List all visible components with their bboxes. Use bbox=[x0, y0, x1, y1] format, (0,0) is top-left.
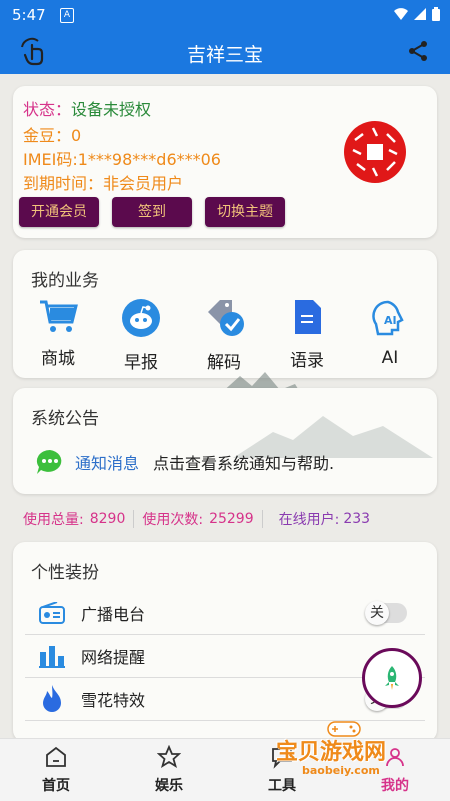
notice-text: 点击查看系统通知与帮助. bbox=[153, 454, 335, 473]
stat-count-value: 25299 bbox=[209, 511, 254, 527]
nav-entertainment[interactable]: 娱乐 bbox=[139, 744, 199, 795]
signal-icon bbox=[414, 8, 426, 20]
account-status-card: 状态：设备未授权 金豆：0 IMEI码:1***98***d6***06 到期时… bbox=[13, 86, 437, 238]
stat-total-label: 使用总量: bbox=[23, 512, 84, 528]
stat-online-value: 233 bbox=[343, 511, 371, 527]
radio-toggle[interactable]: 关 bbox=[365, 601, 407, 625]
wifi-icon bbox=[394, 8, 408, 20]
tag-check-icon bbox=[208, 300, 244, 336]
nav-label-home: 首页 bbox=[42, 778, 70, 794]
decor-card: 个性装扮 广播电台 关 网络提醒 雪花特效 关 bbox=[13, 542, 437, 742]
radio-icon bbox=[37, 602, 67, 624]
watermark-url: baobeiy.com bbox=[302, 764, 380, 777]
stats-divider bbox=[261, 510, 263, 528]
imei-text: IMEI码:1***98***d6***06 bbox=[23, 150, 221, 169]
expire-line: 到期时间：非会员用户 bbox=[23, 170, 183, 194]
app-bar: 吉祥三宝 bbox=[0, 30, 450, 74]
decor-label-snow: 雪花特效 bbox=[81, 691, 146, 710]
decor-title: 个性装扮 bbox=[31, 563, 99, 583]
notification-a-icon: A bbox=[60, 8, 74, 23]
open-vip-button[interactable]: 开通会员 bbox=[19, 197, 99, 227]
user-icon bbox=[386, 748, 404, 767]
star-icon bbox=[156, 744, 182, 768]
home-icon bbox=[46, 746, 66, 767]
biz-item-shop[interactable]: 商城 bbox=[23, 298, 93, 369]
radio-toggle-knob: 关 bbox=[365, 601, 389, 625]
biz-label-ai: AI bbox=[381, 348, 399, 368]
stat-count: 使用次数: 25299 bbox=[125, 509, 254, 529]
status-line: 状态：设备未授权 bbox=[23, 96, 151, 120]
flame-icon bbox=[37, 685, 67, 713]
cart-icon bbox=[40, 300, 78, 332]
document-icon bbox=[295, 300, 321, 334]
business-card: 我的业务 商城 早报 解码 语录 AI AI bbox=[13, 250, 437, 378]
notice-link[interactable]: 通知消息 bbox=[75, 450, 139, 474]
nav-label-entertainment: 娱乐 bbox=[155, 778, 183, 794]
system-notice-card[interactable]: 系统公告 通知消息 点击查看系统通知与帮助. bbox=[13, 388, 437, 494]
stat-count-label: 使用次数: bbox=[142, 512, 204, 528]
decor-row-radio[interactable]: 广播电台 关 bbox=[25, 592, 425, 635]
biz-label-shop: 商城 bbox=[41, 349, 75, 369]
stats-divider bbox=[133, 510, 135, 528]
nav-label-mine: 我的 bbox=[381, 778, 409, 794]
svg-text:AI: AI bbox=[384, 314, 397, 327]
nav-label-tools: 工具 bbox=[268, 778, 296, 794]
rocket-fab[interactable] bbox=[362, 648, 422, 708]
biz-item-decode[interactable]: 解码 bbox=[189, 298, 259, 373]
checkin-button[interactable]: 签到 bbox=[112, 197, 192, 227]
gold-text: 金豆：0 bbox=[23, 126, 82, 145]
reddit-icon bbox=[122, 299, 160, 337]
system-icons bbox=[394, 7, 440, 21]
rocket-icon bbox=[385, 666, 399, 690]
share-icon[interactable] bbox=[406, 39, 430, 67]
status-time: 5:47 bbox=[12, 6, 46, 24]
seal-icon bbox=[344, 121, 406, 183]
stats-bar: 使用总量: 8290 使用次数: 25299 在线用户: 233 bbox=[13, 506, 437, 532]
watermark-text: 宝贝游戏网 bbox=[276, 740, 387, 765]
stat-online-label: 在线用户: bbox=[278, 512, 340, 528]
stat-total: 使用总量: 8290 bbox=[23, 509, 125, 529]
stat-online: 在线用户: 233 bbox=[254, 509, 370, 529]
biz-item-news[interactable]: 早报 bbox=[106, 298, 176, 373]
expire-value: 非会员用户 bbox=[103, 174, 184, 193]
status-bar: 5:47 A bbox=[0, 0, 450, 30]
app-title: 吉祥三宝 bbox=[186, 44, 263, 66]
business-title: 我的业务 bbox=[31, 271, 99, 291]
status-label: 状态： bbox=[23, 100, 72, 119]
message-bubble-icon bbox=[36, 449, 62, 474]
biz-item-quotes[interactable]: 语录 bbox=[272, 298, 342, 371]
biz-item-ai[interactable]: AI AI bbox=[355, 298, 425, 368]
expire-label: 到期时间： bbox=[23, 174, 104, 193]
notice-title: 系统公告 bbox=[31, 409, 99, 429]
notice-row[interactable]: 通知消息 点击查看系统通知与帮助. bbox=[35, 448, 334, 476]
bar-chart-icon bbox=[37, 644, 67, 668]
decor-label-radio: 广播电台 bbox=[81, 605, 146, 624]
switch-theme-button[interactable]: 切换主题 bbox=[205, 197, 285, 227]
ai-head-icon: AI bbox=[372, 300, 404, 336]
battery-icon bbox=[432, 7, 440, 21]
stat-total-value: 8290 bbox=[89, 511, 126, 527]
decor-label-network: 网络提醒 bbox=[81, 648, 146, 667]
biz-label-news: 早报 bbox=[124, 353, 158, 373]
status-value: 设备未授权 bbox=[71, 100, 152, 119]
nav-home[interactable]: 首页 bbox=[26, 745, 86, 795]
